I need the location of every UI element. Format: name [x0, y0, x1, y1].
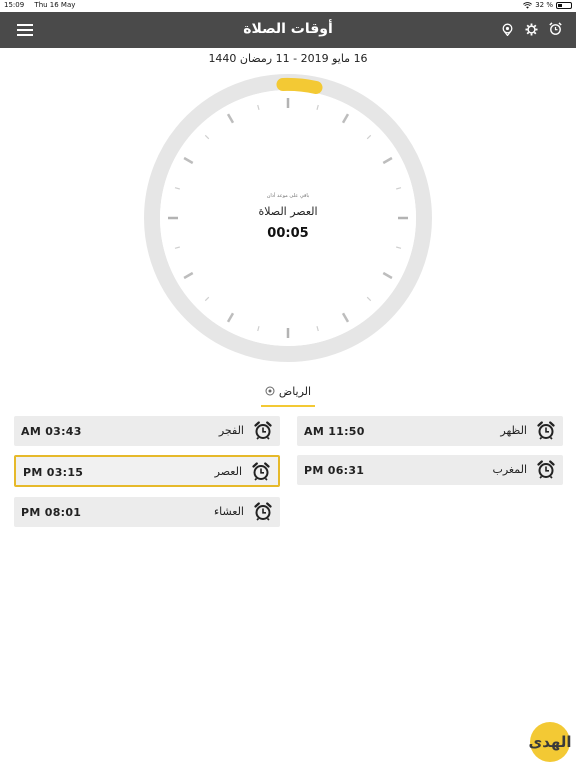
prayer-time: PM 06:31 [304, 464, 365, 477]
prayer-name: العشاء [213, 505, 244, 518]
prayer-card-dhuhr[interactable]: AM 11:50 الظهر [297, 416, 563, 446]
clock-dial [144, 74, 432, 362]
settings-gear-icon[interactable] [524, 21, 538, 37]
location-pin-icon [265, 386, 275, 395]
location-city: الرياض [278, 385, 312, 398]
prayer-card-asr[interactable]: PM 03:15 العصر [14, 455, 280, 487]
alarm-clock-icon[interactable] [548, 21, 562, 37]
prayer-name: الظهر [500, 424, 527, 437]
progress-arc [276, 77, 323, 94]
countdown-subtitle: باقي على موعد أذان [266, 193, 310, 199]
location-underline [261, 405, 315, 407]
prayer-name: الفجر [218, 424, 244, 437]
next-prayer-name: العصر الصلاة [258, 205, 318, 218]
wifi-icon [523, 1, 533, 9]
battery-icon [556, 1, 572, 9]
status-bar: 15:09 Thu 16 May 32 % [0, 0, 576, 12]
location-selector[interactable]: الرياض [0, 385, 576, 405]
page-title: أوقات الصلاة [243, 21, 333, 37]
alarm-clock-icon[interactable] [254, 421, 272, 440]
date-line: 16 مايو 2019 - 11 رمضان 1440 [208, 52, 368, 65]
logo-text: الهدى [528, 733, 572, 751]
battery-percent: 32 % [535, 1, 553, 9]
status-date: Thu 16 May [34, 1, 76, 9]
prayer-time: AM 11:50 [304, 425, 365, 438]
prayer-card-isha[interactable]: PM 08:01 العشاء [14, 497, 280, 527]
prayer-name: العصر [214, 465, 242, 478]
prayer-name: المغرب [492, 463, 528, 476]
status-time: 15:09 [4, 1, 25, 9]
alarm-clock-icon[interactable] [537, 460, 555, 479]
navigation-bar: أوقات الصلاة [0, 12, 576, 48]
prayer-time: PM 03:15 [23, 466, 84, 479]
prayer-time: PM 08:01 [21, 506, 82, 519]
alarm-clock-icon[interactable] [254, 502, 272, 521]
prayer-card-maghrib[interactable]: PM 06:31 المغرب [297, 455, 563, 485]
location-pin-icon[interactable] [500, 21, 514, 37]
countdown-time: 00:05 [267, 226, 309, 241]
prayer-time: AM 03:43 [21, 425, 82, 438]
alarm-clock-icon[interactable] [537, 421, 555, 440]
alarm-clock-icon[interactable] [252, 462, 270, 481]
app-logo: الهدى [528, 722, 572, 762]
prayer-card-fajr[interactable]: AM 03:43 الفجر [14, 416, 280, 446]
countdown-clock: باقي على موعد أذان العصر الصلاة 00:05 [144, 73, 432, 363]
